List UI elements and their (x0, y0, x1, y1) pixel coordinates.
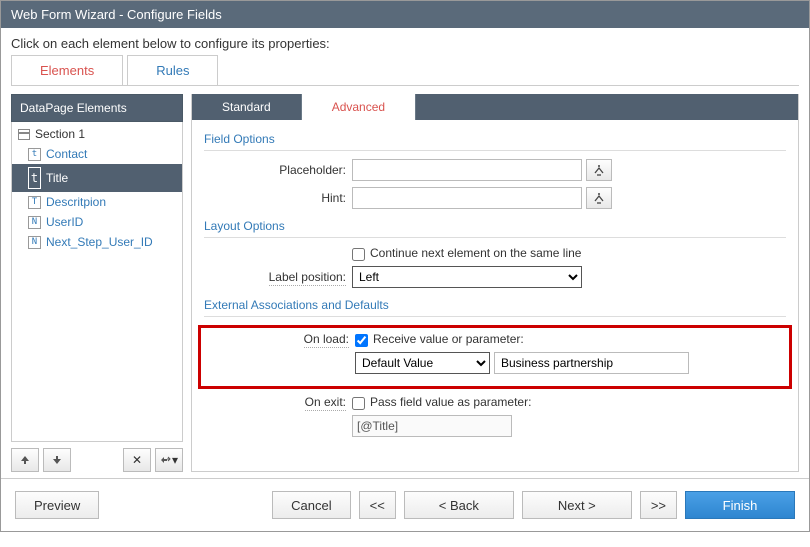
section-layout-options: Layout Options (204, 215, 786, 238)
placeholder-label: Placeholder: (204, 163, 352, 177)
tab-elements[interactable]: Elements (11, 55, 123, 85)
finish-button[interactable]: Finish (685, 491, 795, 519)
hint-input[interactable] (352, 187, 582, 209)
exit-param-input (352, 415, 512, 437)
left-panel: DataPage Elements Section 1 t Contact t … (11, 94, 183, 472)
continue-same-line-label: Continue next element on the same line (370, 246, 581, 260)
back-button[interactable]: < Back (404, 491, 514, 519)
tree-item-label: UserID (46, 215, 83, 229)
delete-button[interactable]: ✕ (123, 448, 151, 472)
window-title: Web Form Wizard - Configure Fields (1, 1, 809, 28)
label-position-select[interactable]: Left (352, 266, 582, 288)
pass-value-label: Pass field value as parameter: (370, 395, 531, 409)
tree-item-label: Next_Step_User_ID (46, 235, 153, 249)
hint-picker-button[interactable] (586, 187, 612, 209)
list-toolbar: ✕ ▾ (11, 442, 183, 472)
left-panel-header: DataPage Elements (11, 94, 183, 122)
move-up-button[interactable] (11, 448, 39, 472)
first-button[interactable]: << (359, 491, 396, 519)
last-button[interactable]: >> (640, 491, 677, 519)
sub-tab-advanced[interactable]: Advanced (302, 94, 416, 120)
cancel-button[interactable]: Cancel (272, 491, 350, 519)
tree-item-contact[interactable]: t Contact (12, 144, 182, 164)
highlight-box: On load: Receive value or parameter: Def… (198, 325, 792, 389)
default-value-input[interactable] (494, 352, 689, 374)
section-label: Section 1 (35, 127, 85, 141)
receive-value-label: Receive value or parameter: (373, 332, 524, 346)
element-tree: Section 1 t Contact t Title T Descritpio… (11, 122, 183, 442)
number-field-icon: N (28, 236, 41, 249)
textarea-field-icon: T (28, 196, 41, 209)
tree-item-label: Title (46, 171, 68, 185)
tree-item-title[interactable]: t Title (12, 164, 182, 192)
top-tabs: Elements Rules (11, 55, 799, 86)
footer-bar: Preview Cancel << < Back Next > >> Finis… (1, 478, 809, 531)
tree-item-description[interactable]: T Descritpion (12, 192, 182, 212)
default-mode-select[interactable]: Default Value (355, 352, 490, 374)
hint-label: Hint: (204, 191, 352, 205)
text-field-icon: t (28, 167, 41, 189)
tree-item-label: Descritpion (46, 195, 106, 209)
sub-tab-standard[interactable]: Standard (192, 94, 302, 120)
on-load-label: On load: (304, 332, 349, 348)
continue-same-line-checkbox[interactable] (352, 248, 365, 261)
placeholder-picker-button[interactable] (586, 159, 612, 181)
tree-item-userid[interactable]: N UserID (12, 212, 182, 232)
receive-value-checkbox[interactable] (355, 334, 368, 347)
text-field-icon: t (28, 148, 41, 161)
placeholder-input[interactable] (352, 159, 582, 181)
tree-item-label: Contact (46, 147, 87, 161)
tree-section[interactable]: Section 1 (12, 124, 182, 144)
pass-value-checkbox[interactable] (352, 397, 365, 410)
insert-button[interactable]: ▾ (155, 448, 183, 472)
move-down-button[interactable] (43, 448, 71, 472)
label-position-label: Label position: (269, 270, 346, 286)
section-external: External Associations and Defaults (204, 294, 786, 317)
right-panel: Standard Advanced Field Options Placehol… (191, 94, 799, 472)
on-exit-label: On exit: (305, 395, 346, 411)
number-field-icon: N (28, 216, 41, 229)
next-button[interactable]: Next > (522, 491, 632, 519)
section-field-options: Field Options (204, 128, 786, 151)
section-icon (18, 129, 30, 140)
tree-item-next-step-user-id[interactable]: N Next_Step_User_ID (12, 232, 182, 252)
instructions-text: Click on each element below to configure… (1, 28, 809, 55)
tab-rules[interactable]: Rules (127, 55, 218, 85)
sub-tabs: Standard Advanced (192, 94, 798, 120)
preview-button[interactable]: Preview (15, 491, 99, 519)
wizard-window: Web Form Wizard - Configure Fields Click… (0, 0, 810, 532)
